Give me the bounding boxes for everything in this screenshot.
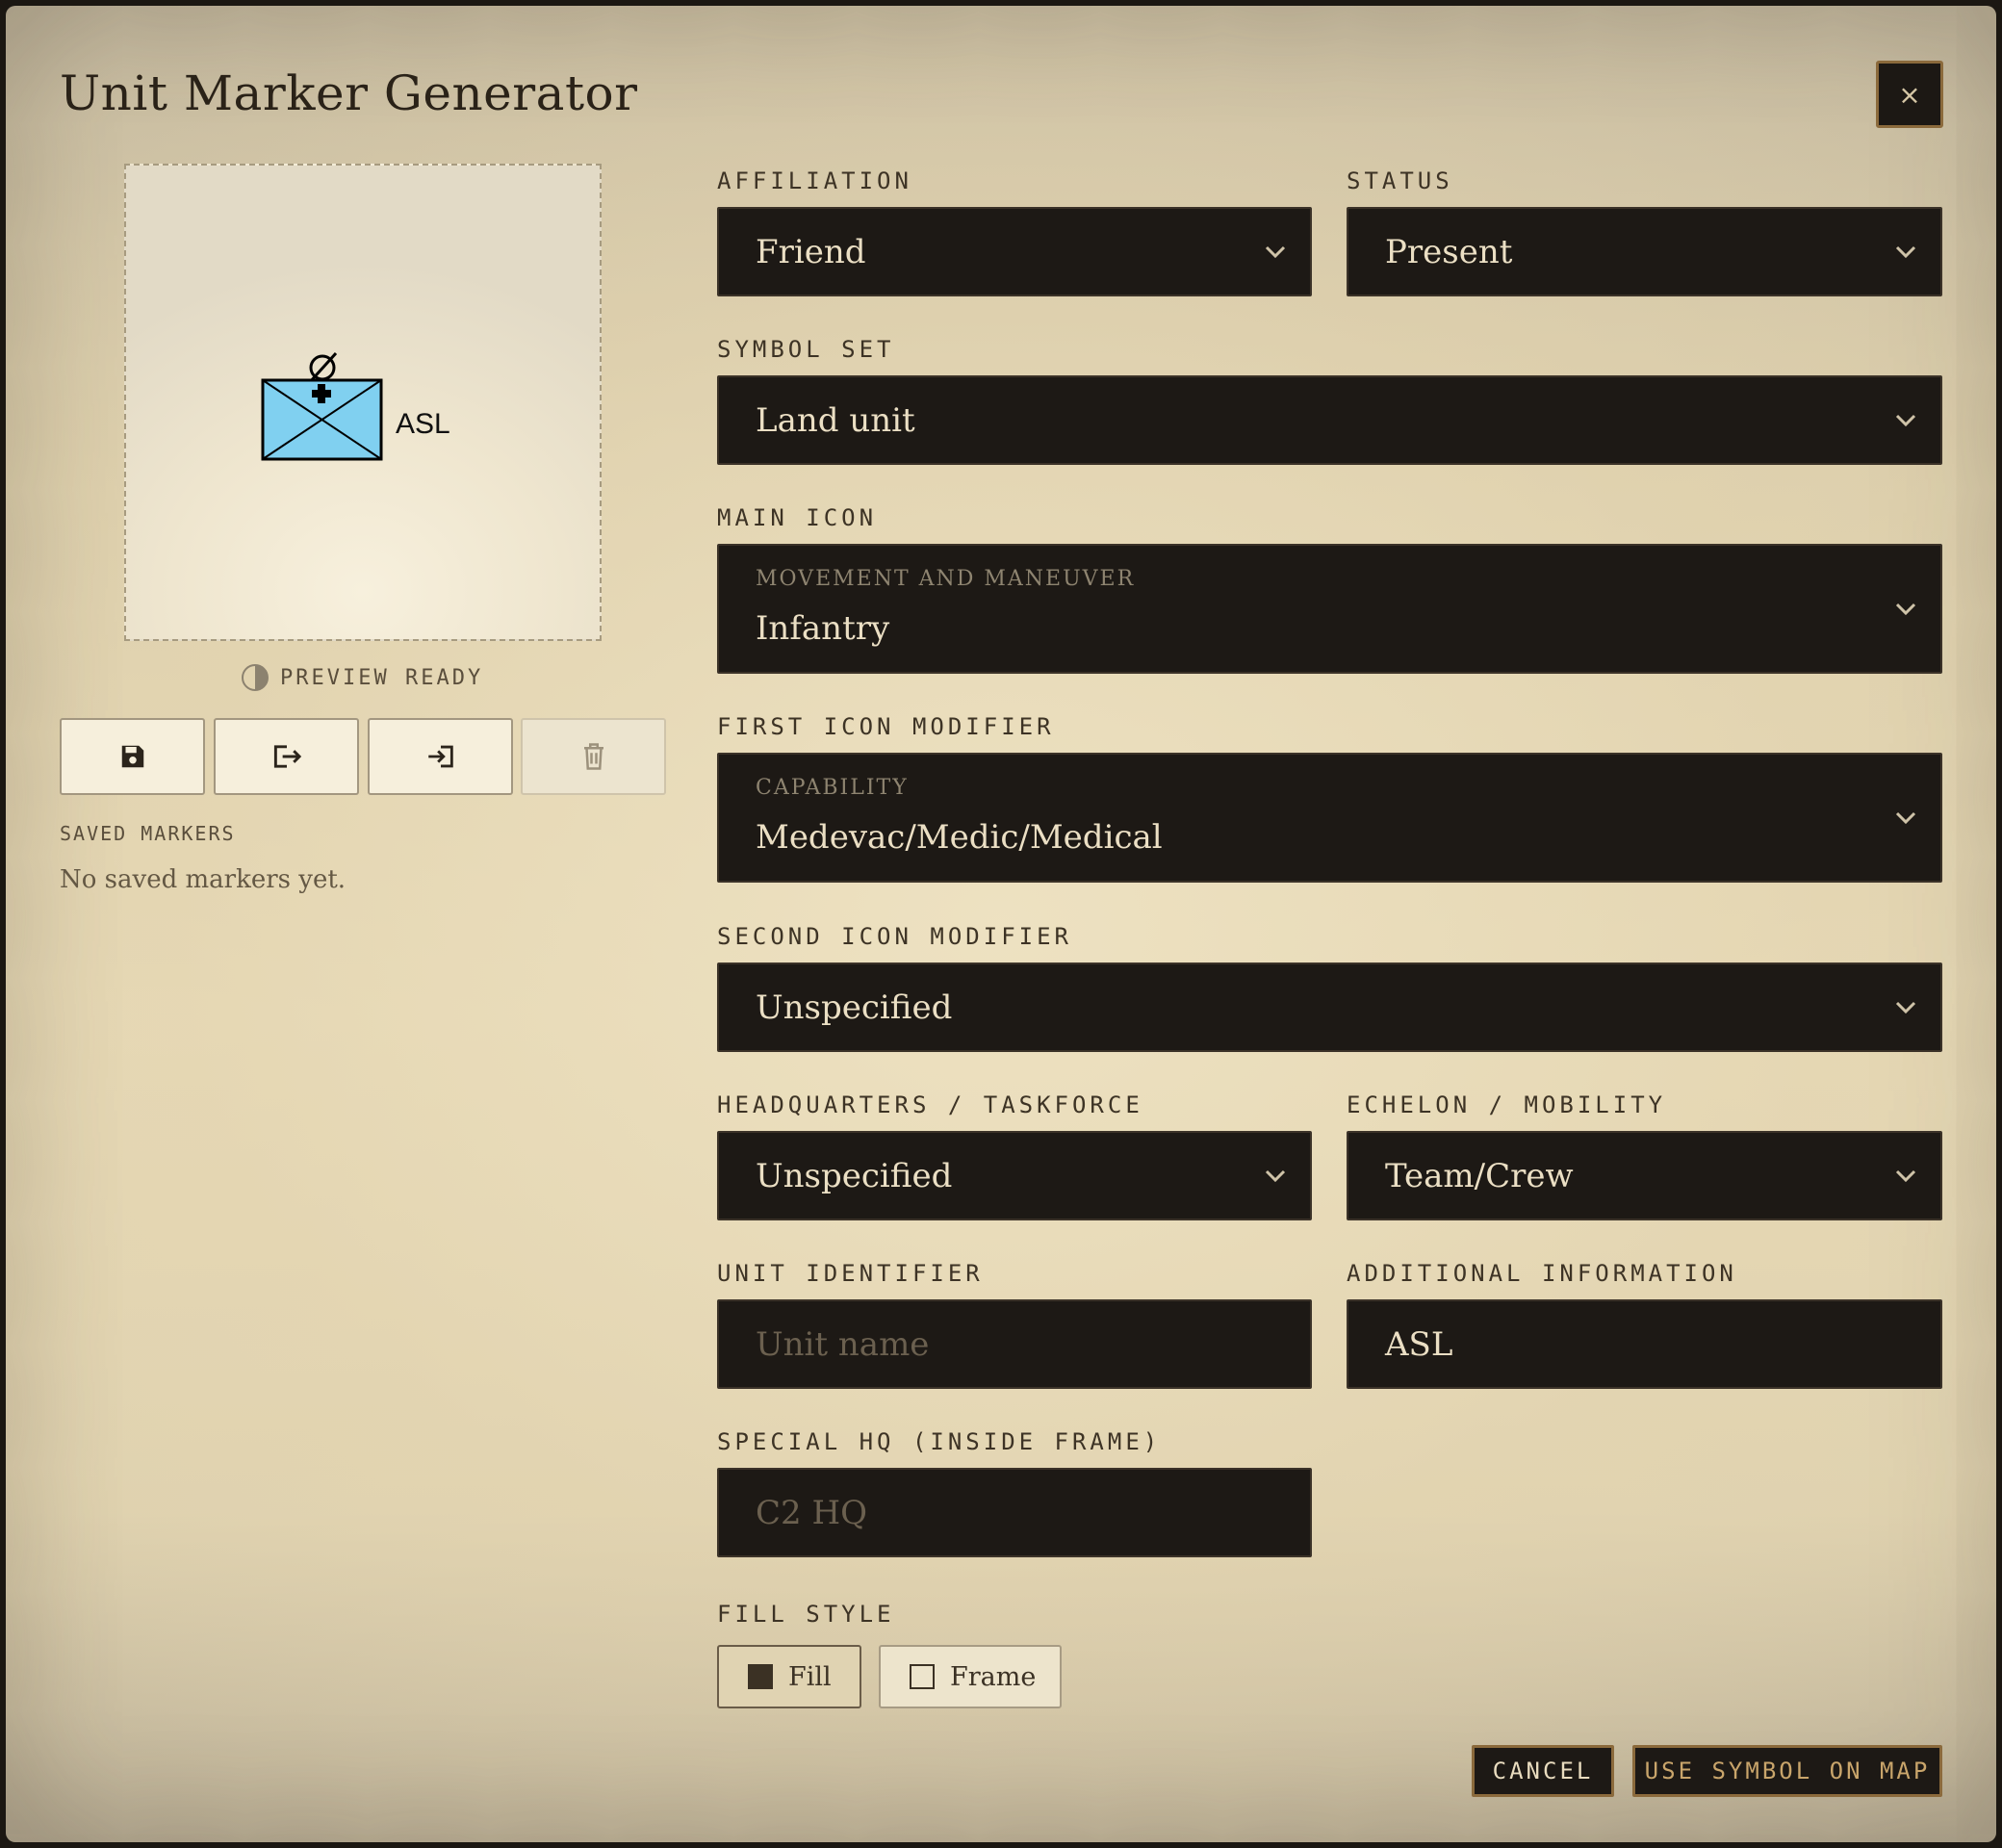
main-icon-value: Infantry <box>756 609 890 648</box>
affiliation-label: Affiliation <box>717 167 912 194</box>
trash-icon <box>583 743 603 770</box>
symbol-set-label: Symbol Set <box>717 336 895 363</box>
export-icon <box>273 745 301 768</box>
saved-markers-empty: No saved markers yet. <box>60 865 346 894</box>
echelon-label: Echelon / Mobility <box>1347 1091 1667 1118</box>
unit-marker-dialog: Unit Marker Generator × ASL PREVIEW READ… <box>6 6 1996 1842</box>
chevron-down-icon <box>1265 245 1286 258</box>
unit-symbol-graphic: ASL <box>261 351 450 461</box>
use-symbol-button[interactable]: USE SYMBOL ON MAP <box>1632 1745 1942 1797</box>
chevron-down-icon <box>1895 1169 1916 1182</box>
second-modifier-label: Second Icon Modifier <box>717 923 1072 950</box>
chevron-down-icon <box>1895 245 1916 258</box>
import-button[interactable] <box>368 718 513 795</box>
special-hq-placeholder: C2 HQ <box>756 1493 867 1532</box>
cancel-button[interactable]: CANCEL <box>1472 1745 1614 1797</box>
affiliation-select[interactable]: Friend <box>717 207 1312 296</box>
main-icon-label: Main Icon <box>717 504 878 531</box>
delete-button[interactable] <box>521 718 666 795</box>
empty-square-icon <box>910 1664 935 1689</box>
dialog-title: Unit Marker Generator <box>60 65 638 121</box>
export-button[interactable] <box>214 718 359 795</box>
chevron-down-icon <box>1895 414 1916 426</box>
close-icon: × <box>1898 78 1921 111</box>
symbol-label: ASL <box>396 408 450 440</box>
status-label: Status <box>1347 167 1453 194</box>
first-modifier-select[interactable]: CAPABILITY Medevac/Medic/Medical <box>717 753 1942 883</box>
saved-markers-label: SAVED MARKERS <box>60 822 236 845</box>
first-modifier-category: CAPABILITY <box>756 776 909 800</box>
chevron-down-icon <box>1895 811 1916 824</box>
save-button[interactable] <box>60 718 205 795</box>
echelon-select[interactable]: Team/Crew <box>1347 1131 1942 1220</box>
import-icon <box>427 745 453 768</box>
status-select[interactable]: Present <box>1347 207 1942 296</box>
second-modifier-select[interactable]: Unspecified <box>717 962 1942 1052</box>
filled-square-icon <box>748 1664 773 1689</box>
main-icon-select[interactable]: MOVEMENT AND MANEUVER Infantry <box>717 544 1942 674</box>
fill-style-label: Fill Style <box>717 1601 895 1628</box>
hq-taskforce-select[interactable]: Unspecified <box>717 1131 1312 1220</box>
chevron-down-icon <box>1265 1169 1286 1182</box>
contrast-icon <box>242 664 269 691</box>
preview-status: PREVIEW READY <box>242 660 483 695</box>
unit-identifier-label: Unit Identifier <box>717 1260 984 1287</box>
fill-style-fill-button[interactable]: Fill <box>717 1645 861 1708</box>
additional-info-label: Additional Information <box>1347 1260 1737 1287</box>
hq-taskforce-label: Headquarters / Taskforce <box>717 1091 1143 1118</box>
preview-status-text: PREVIEW READY <box>280 665 484 690</box>
symbol-set-select[interactable]: Land unit <box>717 375 1942 465</box>
main-icon-category: MOVEMENT AND MANEUVER <box>756 567 1136 591</box>
close-button[interactable]: × <box>1876 61 1943 128</box>
first-modifier-value: Medevac/Medic/Medical <box>756 818 1163 857</box>
special-hq-label: Special HQ (Inside Frame) <box>717 1428 1162 1455</box>
first-modifier-label: First Icon Modifier <box>717 713 1055 740</box>
special-hq-input[interactable]: C2 HQ <box>717 1468 1312 1557</box>
additional-info-input[interactable]: ASL <box>1347 1299 1942 1389</box>
symbol-preview: ASL <box>124 164 602 641</box>
fill-style-frame-button[interactable]: Frame <box>879 1645 1062 1708</box>
unit-identifier-placeholder: Unit name <box>756 1324 930 1364</box>
chevron-down-icon <box>1895 1001 1916 1014</box>
save-icon <box>121 745 143 768</box>
unit-identifier-input[interactable]: Unit name <box>717 1299 1312 1389</box>
chevron-down-icon <box>1895 603 1916 615</box>
